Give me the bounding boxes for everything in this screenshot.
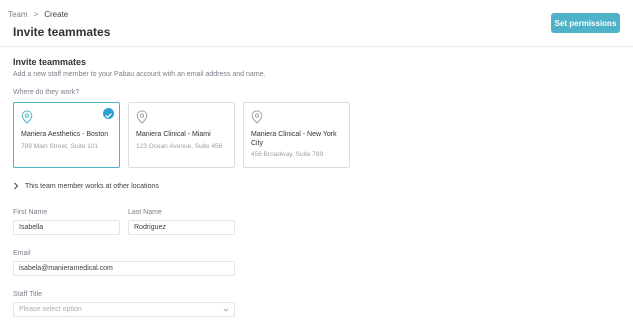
location-name: Maniera Clinical - Miami bbox=[136, 131, 211, 138]
location-address: 789 Main Street, Suite 101 bbox=[21, 143, 98, 150]
page-title: Invite teammates bbox=[13, 25, 111, 39]
staff-title-label: Staff Title bbox=[13, 291, 43, 298]
other-locations-toggle[interactable]: This team member works at other location… bbox=[13, 182, 159, 190]
staff-title-placeholder: Please select option bbox=[19, 306, 82, 313]
map-pin-icon bbox=[251, 110, 263, 124]
staff-title-select[interactable]: Please select option bbox=[13, 302, 235, 317]
first-name-input[interactable]: Isabella bbox=[13, 220, 120, 235]
last-name-value: Rodriguez bbox=[134, 224, 166, 231]
location-card-boston[interactable]: Maniera Aesthetics - Boston 789 Main Str… bbox=[13, 102, 120, 168]
chevron-down-icon bbox=[223, 308, 229, 312]
last-name-input[interactable]: Rodriguez bbox=[128, 220, 235, 235]
last-name-label: Last Name bbox=[128, 209, 162, 216]
location-name: Maniera Clinical - New York City bbox=[251, 131, 337, 147]
set-permissions-button[interactable]: Set permissions bbox=[551, 13, 620, 33]
location-card-new-york[interactable]: Maniera Clinical - New York City 456 Bro… bbox=[243, 102, 350, 168]
email-value: isabela@manieramedical.com bbox=[19, 265, 113, 272]
chevron-right-icon bbox=[14, 182, 19, 190]
top-bar: Team > Create Invite teammates Set permi… bbox=[0, 0, 633, 47]
check-circle-icon bbox=[103, 108, 114, 119]
location-card-miami[interactable]: Maniera Clinical - Miami 123 Ocean Avenu… bbox=[128, 102, 235, 168]
section-description: Add a new staff member to your Pabau acc… bbox=[13, 71, 266, 78]
email-input[interactable]: isabela@manieramedical.com bbox=[13, 261, 235, 276]
breadcrumb-current: Create bbox=[44, 10, 69, 19]
map-pin-icon bbox=[136, 110, 148, 124]
first-name-label: First Name bbox=[13, 209, 48, 216]
map-pin-icon bbox=[21, 110, 33, 124]
section-title: Invite teammates bbox=[13, 57, 87, 67]
location-address: 123 Ocean Avenue, Suite 456 bbox=[136, 143, 223, 150]
location-name: Maniera Aesthetics - Boston bbox=[21, 131, 109, 138]
first-name-value: Isabella bbox=[19, 224, 44, 231]
breadcrumb-team-link[interactable]: Team bbox=[8, 10, 28, 19]
breadcrumb-separator: > bbox=[33, 10, 39, 19]
location-address: 456 Broadway, Suite 789 bbox=[251, 151, 324, 158]
breadcrumb: Team > Create bbox=[8, 10, 68, 19]
where-label: Where do they work? bbox=[13, 89, 80, 96]
other-locations-label: This team member works at other location… bbox=[25, 182, 159, 190]
email-label: Email bbox=[13, 250, 31, 257]
